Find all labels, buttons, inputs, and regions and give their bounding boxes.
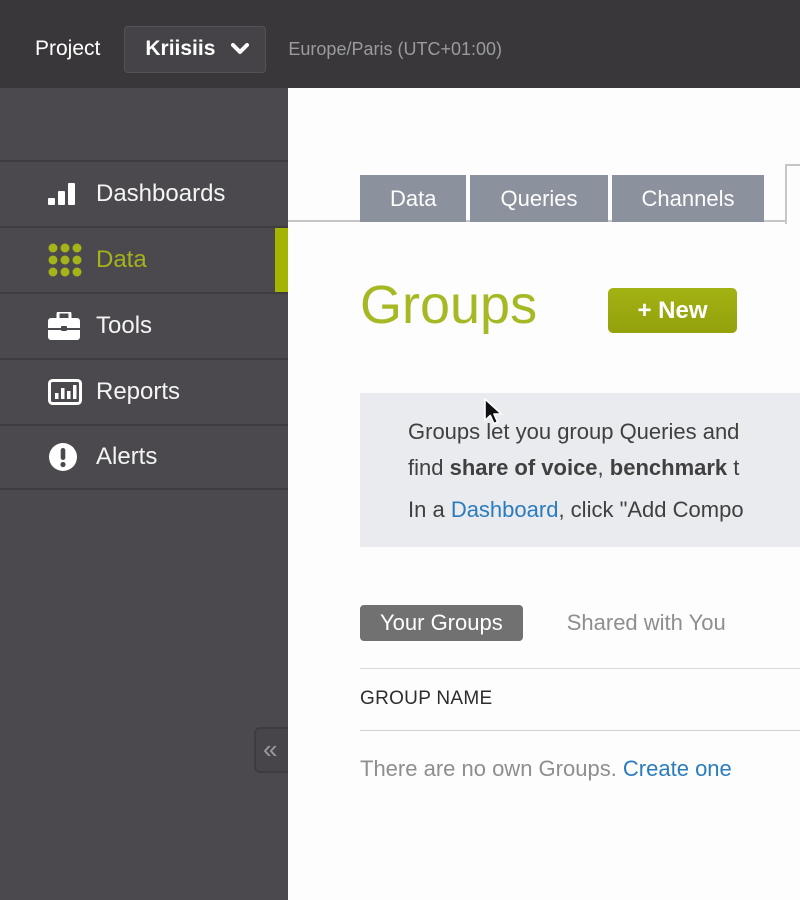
briefcase-icon — [48, 312, 88, 340]
info-line: Groups let you group Queries and — [408, 414, 800, 450]
page-title: Groups — [360, 274, 537, 336]
sidebar-item-label: Alerts — [96, 443, 157, 471]
table-header-divider — [360, 730, 800, 731]
collapse-chevrons-icon: « — [263, 734, 277, 764]
content-tabs: Data Queries Channels — [360, 175, 768, 222]
chevron-down-icon — [231, 43, 249, 55]
sidebar-item-reports[interactable]: Reports — [0, 358, 288, 424]
info-text: , — [598, 455, 610, 480]
info-line: find share of voice, benchmark t — [408, 450, 800, 486]
project-label: Project — [35, 37, 100, 61]
timezone-label: Europe/Paris (UTC+01:00) — [288, 39, 502, 60]
sidebar-nav: Dashboards Data — [0, 160, 288, 490]
info-text: t — [727, 455, 739, 480]
create-one-link[interactable]: Create one — [623, 756, 732, 781]
grid-dots-icon — [48, 243, 88, 277]
shared-with-you-tab[interactable]: Shared with You — [567, 610, 726, 636]
dashboard-link[interactable]: Dashboard — [451, 497, 559, 522]
sidebar-item-alerts[interactable]: Alerts — [0, 424, 288, 490]
main-content: Data Queries Channels Groups + New Group… — [288, 88, 800, 900]
info-box: Groups let you group Queries and find sh… — [360, 393, 800, 547]
sidebar-item-data[interactable]: Data — [0, 226, 288, 292]
tab-channels[interactable]: Channels — [612, 175, 765, 222]
info-text: , click "Add Compo — [558, 497, 743, 522]
empty-state-message: There are no own Groups. Create one — [360, 756, 732, 782]
sidebar-item-tools[interactable]: Tools — [0, 292, 288, 358]
your-groups-tab[interactable]: Your Groups — [360, 605, 523, 641]
sidebar: Dashboards Data — [0, 88, 288, 900]
sidebar-item-label: Data — [96, 246, 147, 274]
info-bold-text: share of voice — [450, 455, 598, 480]
sidebar-item-dashboards[interactable]: Dashboards — [0, 160, 288, 226]
sidebar-collapse-button[interactable]: « — [254, 727, 288, 773]
tab-data[interactable]: Data — [360, 175, 466, 222]
sidebar-item-label: Dashboards — [96, 180, 225, 208]
new-group-button[interactable]: + New — [608, 288, 737, 333]
active-indicator — [275, 228, 288, 292]
table-header-group-name: GROUP NAME — [360, 688, 493, 710]
info-bold-text: benchmark — [610, 455, 727, 480]
project-selector[interactable]: Kriisiis — [124, 26, 266, 73]
table-top-divider — [360, 668, 800, 669]
project-name: Kriisiis — [145, 37, 215, 61]
empty-state-text: There are no own Groups. — [360, 756, 623, 781]
group-filter-tabs: Your Groups Shared with You — [360, 605, 726, 641]
topbar: Project Kriisiis Europe/Paris (UTC+01:00… — [0, 0, 800, 88]
info-text: In a — [408, 497, 451, 522]
info-line: In a Dashboard, click "Add Compo — [408, 492, 800, 528]
tab-queries[interactable]: Queries — [470, 175, 607, 222]
report-chart-icon — [48, 379, 88, 405]
info-text: find — [408, 455, 450, 480]
tab-active-partial[interactable] — [785, 164, 800, 224]
bar-chart-icon — [48, 183, 88, 205]
alert-icon — [48, 442, 88, 472]
sidebar-item-label: Reports — [96, 378, 180, 406]
sidebar-item-label: Tools — [96, 312, 152, 340]
